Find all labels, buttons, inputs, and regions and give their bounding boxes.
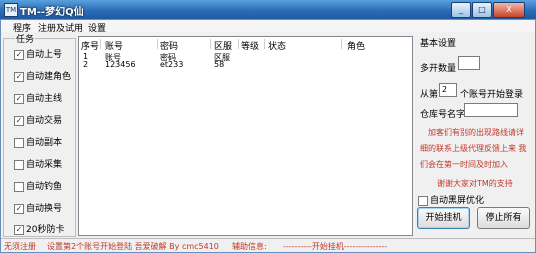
- task-anti-freeze[interactable]: ✓ 20秒防卡: [14, 222, 64, 235]
- column-separator: [264, 39, 265, 49]
- title-bar: TM TM--梦幻Q仙 _ □ X: [0, 0, 536, 20]
- task-auto-switch-account[interactable]: ✓ 自动换号: [14, 201, 62, 214]
- checkbox-auto-create-role[interactable]: ✓: [14, 71, 24, 82]
- column-header-server[interactable]: 区服: [214, 39, 232, 52]
- notice-line: 细的联系上级代理反馈上来 我: [420, 144, 527, 153]
- column-separator: [238, 39, 239, 49]
- task-auto-main-quest[interactable]: ✓ 自动主线: [14, 91, 62, 104]
- checkbox-auto-trade[interactable]: ✓: [14, 115, 24, 126]
- app-icon: TM: [4, 3, 18, 17]
- task-group-title: 任务: [15, 32, 36, 45]
- column-header-role[interactable]: 角色: [347, 39, 365, 52]
- checkbox-anti-freeze[interactable]: ✓: [14, 224, 24, 235]
- column-separator: [157, 39, 158, 49]
- start-from-prefix: 从第: [420, 90, 439, 100]
- task-auto-create-role[interactable]: ✓ 自动建角色: [14, 69, 71, 82]
- column-header-password[interactable]: 密码: [160, 39, 178, 52]
- column-header-account[interactable]: 账号: [105, 39, 123, 52]
- checkbox-auto-main-quest[interactable]: ✓: [14, 93, 24, 104]
- task-auto-trade[interactable]: ✓ 自动交易: [14, 113, 62, 126]
- stop-all-button[interactable]: 停止所有: [477, 207, 530, 229]
- task-auto-fishing[interactable]: 自动钓鱼: [14, 179, 62, 192]
- start-button[interactable]: 开始挂机: [417, 207, 470, 229]
- window-title: TM--梦幻Q仙: [20, 7, 84, 18]
- checkbox-auto-login[interactable]: ✓: [14, 49, 24, 60]
- checkbox-auto-dungeon[interactable]: [14, 137, 24, 148]
- thanks-text: 谢谢大家对TM的支持: [437, 179, 513, 188]
- menu-settings[interactable]: 设置: [88, 21, 106, 34]
- warehouse-input[interactable]: [464, 103, 518, 117]
- table-cell: 2: [83, 60, 89, 69]
- start-from-suffix: 个账号开始登录: [460, 90, 524, 100]
- maximize-button[interactable]: □: [472, 2, 492, 18]
- checkbox-auto-gather[interactable]: [14, 159, 24, 170]
- black-screen-option[interactable]: 自动黑屏优化: [418, 193, 484, 206]
- close-button[interactable]: X: [493, 2, 525, 18]
- task-auto-gather[interactable]: 自动采集: [14, 157, 62, 170]
- task-auto-dungeon[interactable]: 自动副本: [14, 135, 62, 148]
- column-separator: [341, 39, 342, 49]
- table-cell: et233: [160, 60, 184, 69]
- hint-text: 设置第2个账号开始登陆 吾爱破解 By cmc5410: [47, 242, 219, 251]
- account-list[interactable]: 序号 账号 密码 区服 等级 状态 角色 1 账号 密码 区服 2 123456…: [78, 36, 413, 236]
- menu-register[interactable]: 注册及试用: [38, 21, 83, 34]
- column-separator: [210, 39, 211, 49]
- menu-bar: 程序 注册及试用 设置: [0, 20, 536, 34]
- column-header-status[interactable]: 状态: [268, 39, 286, 52]
- notice-line: 们会在第一时间及时加入: [420, 160, 508, 169]
- column-header-index[interactable]: 序号: [81, 39, 99, 52]
- task-auto-login[interactable]: ✓ 自动上号: [14, 47, 62, 60]
- start-from-input[interactable]: 2: [439, 83, 457, 97]
- column-header-level[interactable]: 等级: [241, 39, 259, 52]
- checkbox-black-screen[interactable]: [418, 195, 428, 206]
- aux-info-label: 辅助信息:: [232, 242, 267, 251]
- warehouse-label: 仓库号名字: [420, 110, 466, 120]
- status-bar: 无须注册 设置第2个账号开始登陆 吾爱破解 By cmc5410 辅助信息: -…: [0, 238, 536, 253]
- table-cell: 58: [214, 60, 225, 69]
- checkbox-auto-fishing[interactable]: [14, 181, 24, 192]
- table-cell: 123456: [105, 60, 136, 69]
- checkbox-auto-switch-account[interactable]: ✓: [14, 203, 24, 214]
- aux-info-message: ----------开始挂机---------------: [283, 242, 388, 251]
- registration-status: 无须注册: [4, 242, 36, 251]
- settings-title: 基本设置: [420, 39, 457, 49]
- open-count-label: 多开数量: [420, 64, 457, 74]
- notice-line: 加客们有别的出现路线请详: [428, 128, 524, 137]
- open-count-input[interactable]: [458, 56, 480, 70]
- minimize-button[interactable]: _: [451, 2, 471, 18]
- column-separator: [100, 39, 101, 49]
